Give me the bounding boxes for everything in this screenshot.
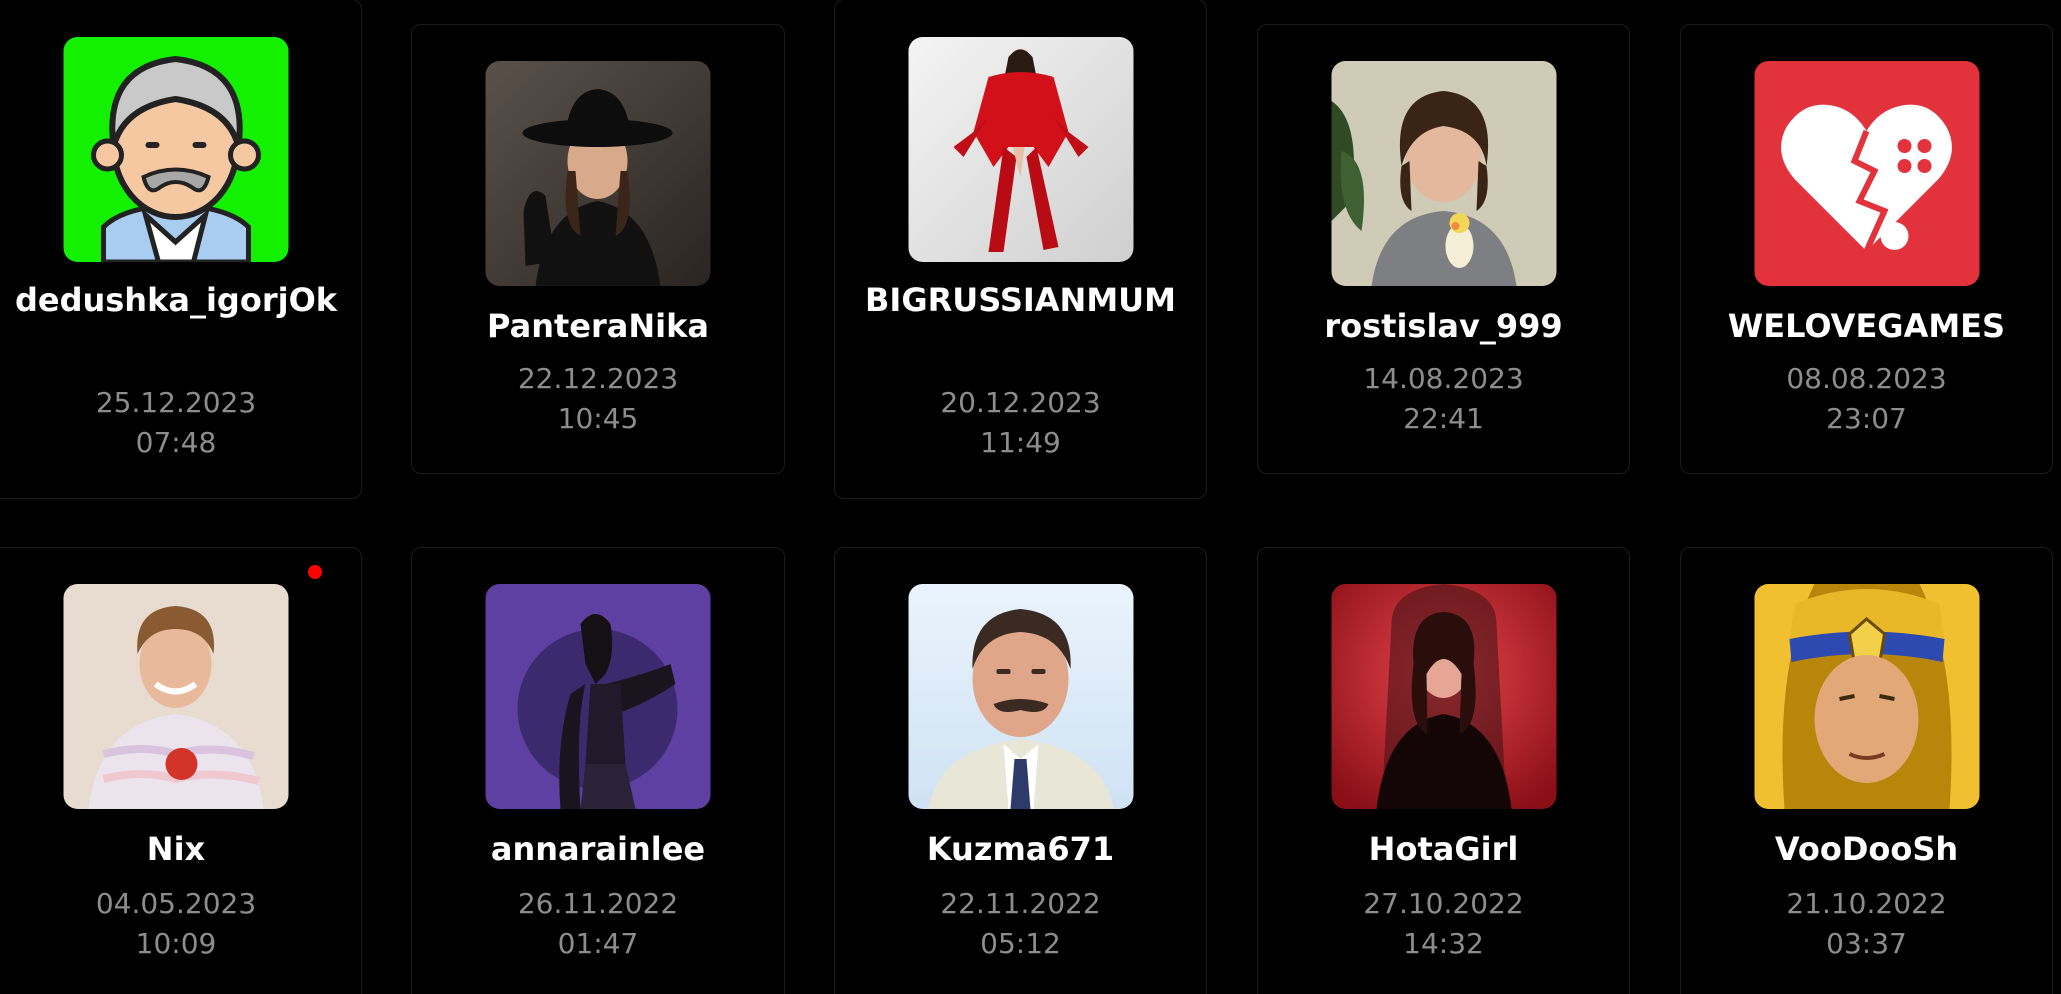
avatar	[1754, 61, 1979, 286]
old-man-cartoon-avatar-icon	[63, 37, 289, 262]
username: Kuzma671	[926, 830, 1115, 868]
woman-red-light-photo-icon	[1331, 584, 1556, 809]
avatar	[485, 584, 711, 809]
heart-gamepad-logo-icon	[1754, 61, 1979, 286]
username: VooDooSh	[1774, 830, 1959, 868]
avatar	[908, 37, 1133, 262]
last-seen-date: 08.08.2023	[1786, 362, 1947, 395]
last-seen-date: 22.12.2023	[517, 362, 679, 395]
last-seen-date: 25.12.2023	[95, 386, 257, 419]
last-seen-time: 01:47	[557, 927, 639, 960]
users-grid: dedushka_igorjOk 25.12.2023 07:48 Panter…	[0, 0, 2061, 994]
young-man-apple-photo-icon	[63, 584, 289, 809]
username: Nix	[146, 830, 206, 868]
user-card[interactable]: rostislav_999 14.08.2023 22:41	[1257, 24, 1630, 474]
man-mustache-suit-photo-icon	[908, 584, 1133, 809]
username: WELOVEGAMES	[1727, 307, 2006, 345]
last-seen-time: 07:48	[135, 426, 217, 459]
user-card[interactable]: PanteraNika 22.12.2023 10:45	[411, 24, 785, 474]
last-seen-time: 23:07	[1826, 402, 1907, 435]
avatar	[485, 61, 711, 286]
user-card[interactable]: Nix 04.05.2023 10:09	[0, 547, 362, 994]
username: PanteraNika	[487, 307, 709, 345]
avatar	[1754, 584, 1979, 809]
last-seen-date: 04.05.2023	[95, 887, 257, 920]
avatar	[63, 37, 289, 262]
avatar	[1331, 584, 1556, 809]
last-seen-date: 21.10.2022	[1786, 887, 1947, 920]
last-seen-time: 03:37	[1826, 927, 1907, 960]
avatar	[908, 584, 1133, 809]
last-seen-time: 14:32	[1403, 927, 1484, 960]
last-seen-date: 20.12.2023	[940, 386, 1101, 419]
user-card[interactable]: Kuzma671 22.11.2022 05:12	[834, 547, 1207, 994]
user-card[interactable]: HotaGirl 27.10.2022 14:32	[1257, 547, 1630, 994]
purple-woman-illustration-icon	[485, 584, 711, 809]
last-seen-time: 11:49	[980, 426, 1061, 459]
woman-red-coat-photo-icon	[908, 37, 1133, 262]
username: BIGRUSSIANMUM	[865, 281, 1176, 319]
username: annarainlee	[490, 830, 706, 868]
user-card[interactable]: WELOVEGAMES 08.08.2023 23:07	[1680, 24, 2053, 474]
user-card[interactable]: annarainlee 26.11.2022 01:47	[411, 547, 785, 994]
last-seen-time: 10:45	[557, 402, 639, 435]
username: dedushka_igorjOk	[14, 281, 338, 319]
last-seen-date: 27.10.2022	[1363, 887, 1524, 920]
last-seen-date: 22.11.2022	[940, 887, 1101, 920]
boy-with-parrot-photo-icon	[1331, 61, 1556, 286]
user-card[interactable]: dedushka_igorjOk 25.12.2023 07:48	[0, 0, 362, 499]
last-seen-date: 26.11.2022	[517, 887, 679, 920]
username: HotaGirl	[1368, 830, 1519, 868]
user-card[interactable]: BIGRUSSIANMUM 20.12.2023 11:49	[834, 0, 1207, 499]
user-card[interactable]: VooDooSh 21.10.2022 03:37	[1680, 547, 2053, 994]
last-seen-date: 14.08.2023	[1363, 362, 1524, 395]
last-seen-time: 05:12	[980, 927, 1061, 960]
last-seen-time: 22:41	[1403, 402, 1484, 435]
last-seen-time: 10:09	[135, 927, 217, 960]
golden-hero-portrait-icon	[1754, 584, 1979, 809]
avatar	[1331, 61, 1556, 286]
online-indicator	[308, 565, 322, 579]
username: rostislav_999	[1324, 307, 1563, 345]
avatar	[63, 584, 289, 809]
woman-black-hat-photo-icon	[485, 61, 711, 286]
